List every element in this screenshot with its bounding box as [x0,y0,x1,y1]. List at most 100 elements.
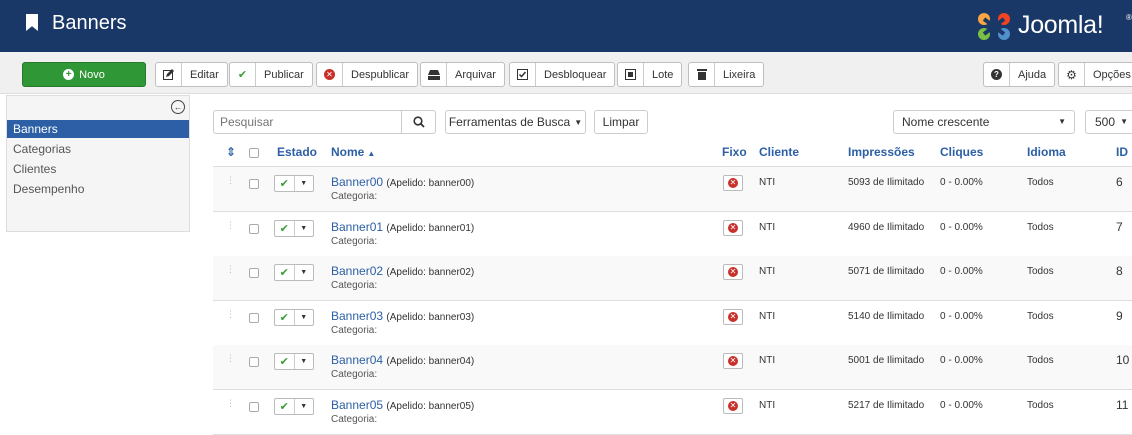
search-tools-button[interactable]: Ferramentas de Busca ▼ [445,110,586,134]
search-button[interactable] [401,110,436,134]
unpin-button[interactable]: ✕ [723,309,743,325]
state-column-header[interactable]: Estado [277,145,317,159]
checkin-button[interactable]: Desbloquear [509,62,616,87]
caret-down-icon[interactable]: ▼ [295,265,314,280]
sidebar-item-banners[interactable]: Banners [7,120,189,138]
banner-name-link[interactable]: Banner01 (Apelido: banner01) [331,220,474,234]
archive-button[interactable]: Arquivar [420,62,505,87]
clear-button[interactable]: Limpar [594,110,648,134]
unpin-button[interactable]: ✕ [723,175,743,191]
drag-handle-icon[interactable]: ⋮ [226,309,235,320]
search-input[interactable] [213,110,402,134]
language-column-header[interactable]: Idioma [1027,145,1066,159]
clicks-column-header[interactable]: Cliques [940,145,983,159]
banner-name-link[interactable]: Banner00 (Apelido: banner00) [331,175,474,189]
state-toggle[interactable]: ✔ ▼ [274,309,314,326]
sidebar-item-categorias[interactable]: Categorias [7,140,189,158]
help-button[interactable]: ? Ajuda [983,62,1056,87]
published-check-icon[interactable]: ✔ [275,221,295,236]
trash-button-label: Lixeira [723,68,756,81]
joomla-logo-icon [978,13,1010,40]
banner-name[interactable]: Banner05 [331,398,383,412]
sort-asc-icon: ▲ [367,149,376,158]
banner-category: Categoria: [331,236,378,247]
published-check-icon[interactable]: ✔ [275,399,295,414]
impressions-column-header[interactable]: Impressões [848,145,915,159]
pinned-column-header[interactable]: Fixo [722,145,747,159]
banner-name-link[interactable]: Banner04 (Apelido: banner04) [331,353,474,367]
client-column-header[interactable]: Cliente [759,145,799,159]
unpublish-button[interactable]: ✕ Despublicar [316,62,419,87]
banner-name-link[interactable]: Banner02 (Apelido: banner02) [331,264,474,278]
state-toggle[interactable]: ✔ ▼ [274,353,314,370]
caret-down-icon[interactable]: ▼ [295,399,314,414]
state-toggle[interactable]: ✔ ▼ [274,220,314,237]
banner-name[interactable]: Banner00 [331,175,383,189]
impressions-cell: 5217 de Ilimitado [848,400,925,411]
clicks-cell: 0 - 0.00% [940,177,983,188]
drag-handle-icon[interactable]: ⋮ [226,398,235,409]
banner-name[interactable]: Banner01 [331,220,383,234]
search-icon [412,116,425,128]
unpin-button[interactable]: ✕ [723,398,743,414]
unpin-icon: ✕ [728,312,738,322]
new-button-label: Novo [79,68,105,81]
unpin-button[interactable]: ✕ [723,353,743,369]
id-column-header[interactable]: ID [1116,145,1128,159]
unpin-button[interactable]: ✕ [723,220,743,236]
limit-select[interactable]: 500 ▼ [1085,110,1132,134]
published-check-icon[interactable]: ✔ [275,176,295,191]
drag-handle-icon[interactable]: ⋮ [226,175,235,186]
sidebar-item-desempenho[interactable]: Desempenho [7,180,189,198]
banner-alias: (Apelido: banner05) [386,401,475,412]
options-button[interactable]: ⚙ Opções [1058,62,1132,87]
state-toggle[interactable]: ✔ ▼ [274,264,314,281]
clicks-cell: 0 - 0.00% [940,222,983,233]
published-check-icon[interactable]: ✔ [275,265,295,280]
row-checkbox[interactable] [249,268,259,278]
drag-handle-icon[interactable]: ⋮ [226,264,235,275]
row-checkbox[interactable] [249,402,259,412]
row-checkbox[interactable] [249,179,259,189]
limit-select-value: 500 [1095,115,1116,129]
drag-handle-icon[interactable]: ⋮ [226,353,235,364]
banner-category: Categoria: [331,280,378,291]
caret-down-icon[interactable]: ▼ [295,221,314,236]
name-column-header[interactable]: Nome ▲ [331,145,375,159]
impressions-cell: 5071 de Ilimitado [848,266,925,277]
published-check-icon[interactable]: ✔ [275,310,295,325]
sort-select[interactable]: Nome crescente ▼ [893,110,1075,134]
caret-down-icon[interactable]: ▼ [295,176,314,191]
state-toggle[interactable]: ✔ ▼ [274,398,314,415]
publish-button-label: Publicar [264,68,304,81]
row-checkbox[interactable] [249,357,259,367]
banner-name[interactable]: Banner02 [331,264,383,278]
ordering-column-header[interactable]: ⇕ [226,145,236,159]
language-cell: Todos [1027,311,1054,322]
banner-name-link[interactable]: Banner03 (Apelido: banner03) [331,309,474,323]
trash-button[interactable]: Lixeira [688,62,765,87]
banner-name-link[interactable]: Banner05 (Apelido: banner05) [331,398,474,412]
language-cell: Todos [1027,222,1054,233]
caret-down-icon[interactable]: ▼ [295,310,314,325]
help-icon: ? [984,63,1010,86]
edit-button[interactable]: Editar [155,62,228,87]
row-checkbox[interactable] [249,224,259,234]
language-cell: Todos [1027,400,1054,411]
publish-button[interactable]: ✔ Publicar [229,62,313,87]
published-check-icon[interactable]: ✔ [275,354,295,369]
unpin-button[interactable]: ✕ [723,264,743,280]
state-toggle[interactable]: ✔ ▼ [274,175,314,192]
caret-down-icon: ▼ [1120,117,1128,126]
batch-button[interactable]: Lote [617,62,683,87]
sidebar-item-clientes[interactable]: Clientes [7,160,189,178]
row-checkbox[interactable] [249,313,259,323]
client-cell: NTI [759,311,776,322]
sidebar-toggle-icon[interactable]: ← [171,100,185,114]
drag-handle-icon[interactable]: ⋮ [226,220,235,231]
select-all-checkbox[interactable] [249,148,259,158]
banner-name[interactable]: Banner03 [331,309,383,323]
banner-name[interactable]: Banner04 [331,353,383,367]
new-button[interactable]: + Novo [22,62,146,87]
caret-down-icon[interactable]: ▼ [295,354,314,369]
